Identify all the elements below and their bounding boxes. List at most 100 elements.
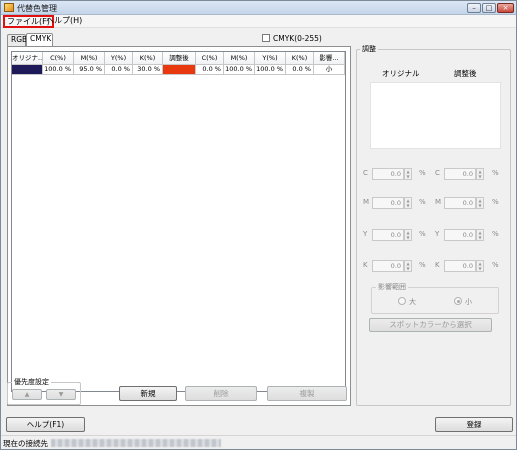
original-k-unit: % xyxy=(419,261,426,269)
title-bar: 代替色管理 – □ × xyxy=(1,1,516,15)
range-large-label: 大 xyxy=(409,298,416,306)
original-m-unit: % xyxy=(419,198,426,206)
cmyk-range-label: CMYK(0-255) xyxy=(273,34,322,43)
copy-button[interactable]: 複製 xyxy=(267,386,347,401)
column-header-original[interactable]: オリジナ... xyxy=(12,52,43,65)
field-letter-c: C xyxy=(363,169,368,177)
field-letter-y: Y xyxy=(363,230,368,238)
adjust-group: 調整 オリジナル 調整後 C 0.0 ▲ ▼ % C 0.0 ▲ ▼ % M 0.0… xyxy=(356,44,512,406)
app-icon xyxy=(4,3,14,12)
adjusted-m-unit: % xyxy=(492,198,499,206)
adjusted-c-unit: % xyxy=(492,169,499,177)
adjusted-k-input[interactable]: 0.0 xyxy=(444,260,476,272)
field-letter-m: M xyxy=(363,198,370,206)
column-header-c[interactable]: C(%) xyxy=(43,52,74,65)
field-letter-m-adj: M xyxy=(435,198,442,206)
range-small-label: 小 xyxy=(465,298,472,306)
minimize-button[interactable]: – xyxy=(467,3,481,13)
original-k-input[interactable]: 0.0 xyxy=(372,260,404,272)
field-letter-c-adj: C xyxy=(435,169,440,177)
field-row-c: C 0.0 ▲ ▼ % C 0.0 ▲ ▼ % xyxy=(357,168,512,181)
influence-range-group: 影響範囲 大 小 xyxy=(371,282,499,314)
cell-y: 0.0 % xyxy=(105,65,133,75)
influence-range-label: 影響範囲 xyxy=(376,282,408,292)
maximize-button[interactable]: □ xyxy=(482,3,496,13)
original-column-label: オリジナル xyxy=(382,69,420,78)
cell-c2: 0.0 % xyxy=(196,65,224,75)
column-header-k[interactable]: K(%) xyxy=(133,52,163,65)
priority-group: 優先度設定 ▲ ▼ xyxy=(7,377,81,405)
adjusted-m-input[interactable]: 0.0 xyxy=(444,197,476,209)
color-preview xyxy=(370,82,501,149)
tab-cmyk[interactable]: CMYK xyxy=(26,33,53,46)
cell-c: 100.0 % xyxy=(43,65,74,75)
field-row-k: K 0.0 ▲ ▼ % K 0.0 ▲ ▼ % xyxy=(357,260,512,273)
cell-m: 95.0 % xyxy=(74,65,105,75)
adjusted-column-label: 調整後 xyxy=(454,69,477,78)
original-y-spinner[interactable]: ▲ ▼ xyxy=(404,229,412,241)
register-button[interactable]: 登録 xyxy=(435,417,513,432)
cmyk-tab-panel: オリジナ... C(%) M(%) Y(%) K(%) 調整後 C(%) M(%… xyxy=(7,46,351,406)
adjusted-c-spinner[interactable]: ▲ ▼ xyxy=(476,168,484,180)
range-large-radio[interactable] xyxy=(398,297,406,305)
column-header-y[interactable]: Y(%) xyxy=(105,52,133,65)
range-small-radio[interactable] xyxy=(454,297,462,305)
table-header: オリジナ... C(%) M(%) Y(%) K(%) 調整後 C(%) M(%… xyxy=(12,52,345,65)
spot-color-button[interactable]: スポットカラーから選択 xyxy=(369,318,492,332)
original-c-input[interactable]: 0.0 xyxy=(372,168,404,180)
adjusted-m-spinner[interactable]: ▲ ▼ xyxy=(476,197,484,209)
help-f1-button[interactable]: ヘルプ(F1) xyxy=(6,417,85,432)
menu-help[interactable]: ヘルプ(H) xyxy=(44,16,84,26)
color-mapping-table[interactable]: オリジナ... C(%) M(%) Y(%) K(%) 調整後 C(%) M(%… xyxy=(11,51,346,392)
column-header-m[interactable]: M(%) xyxy=(74,52,105,65)
cell-k: 30.0 % xyxy=(133,65,163,75)
field-row-y: Y 0.0 ▲ ▼ % Y 0.0 ▲ ▼ % xyxy=(357,229,512,242)
field-letter-y-adj: Y xyxy=(435,230,440,238)
field-row-m: M 0.0 ▲ ▼ % M 0.0 ▲ ▼ % xyxy=(357,197,512,210)
adjusted-y-unit: % xyxy=(492,230,499,238)
cell-m2: 100.0 % xyxy=(224,65,255,75)
delete-button[interactable]: 削除 xyxy=(185,386,257,401)
window-title: 代替色管理 xyxy=(17,4,57,13)
original-m-input[interactable]: 0.0 xyxy=(372,197,404,209)
field-letter-k-adj: K xyxy=(435,261,440,269)
new-button[interactable]: 新規 xyxy=(119,386,177,401)
adjusted-c-input[interactable]: 0.0 xyxy=(444,168,476,180)
status-bar: 現在の接続先 xyxy=(1,435,516,449)
original-m-spinner[interactable]: ▲ ▼ xyxy=(404,197,412,209)
close-button[interactable]: × xyxy=(497,3,514,13)
cell-influence: 小 xyxy=(314,65,345,75)
original-y-input[interactable]: 0.0 xyxy=(372,229,404,241)
adjust-label: 調整 xyxy=(360,44,378,54)
priority-label: 優先度設定 xyxy=(12,377,51,387)
adjusted-color-swatch xyxy=(163,65,196,75)
field-letter-k: K xyxy=(363,261,368,269)
original-c-spinner[interactable]: ▲ ▼ xyxy=(404,168,412,180)
adjusted-y-input[interactable]: 0.0 xyxy=(444,229,476,241)
original-c-unit: % xyxy=(419,169,426,177)
column-header-m2[interactable]: M(%) xyxy=(224,52,255,65)
adjusted-y-spinner[interactable]: ▲ ▼ xyxy=(476,229,484,241)
cell-y2: 100.0 % xyxy=(255,65,286,75)
original-y-unit: % xyxy=(419,230,426,238)
column-header-c2[interactable]: C(%) xyxy=(196,52,224,65)
priority-down-button[interactable]: ▼ xyxy=(46,389,76,400)
original-color-swatch xyxy=(12,65,43,75)
menu-bar: ファイル(F) ヘルプ(H) xyxy=(1,15,516,28)
adjusted-k-unit: % xyxy=(492,261,499,269)
connection-value-redacted xyxy=(51,439,221,447)
column-header-adjusted[interactable]: 調整後 xyxy=(163,52,196,65)
cmyk-range-checkbox[interactable] xyxy=(262,34,270,42)
adjusted-k-spinner[interactable]: ▲ ▼ xyxy=(476,260,484,272)
connection-label: 現在の接続先 xyxy=(3,439,48,448)
original-k-spinner[interactable]: ▲ ▼ xyxy=(404,260,412,272)
column-header-y2[interactable]: Y(%) xyxy=(255,52,286,65)
cell-k2: 0.0 % xyxy=(286,65,314,75)
radio-selected-dot xyxy=(457,300,460,303)
table-row[interactable]: 100.0 % 95.0 % 0.0 % 30.0 % 0.0 % 100.0 … xyxy=(12,65,345,75)
column-header-influence[interactable]: 影響... xyxy=(314,52,345,65)
column-header-k2[interactable]: K(%) xyxy=(286,52,314,65)
main-window: 代替色管理 – □ × ファイル(F) ヘルプ(H) RGB CMYK CMYK… xyxy=(0,0,517,450)
tab-rgb[interactable]: RGB xyxy=(7,34,27,46)
priority-up-button[interactable]: ▲ xyxy=(12,389,42,400)
